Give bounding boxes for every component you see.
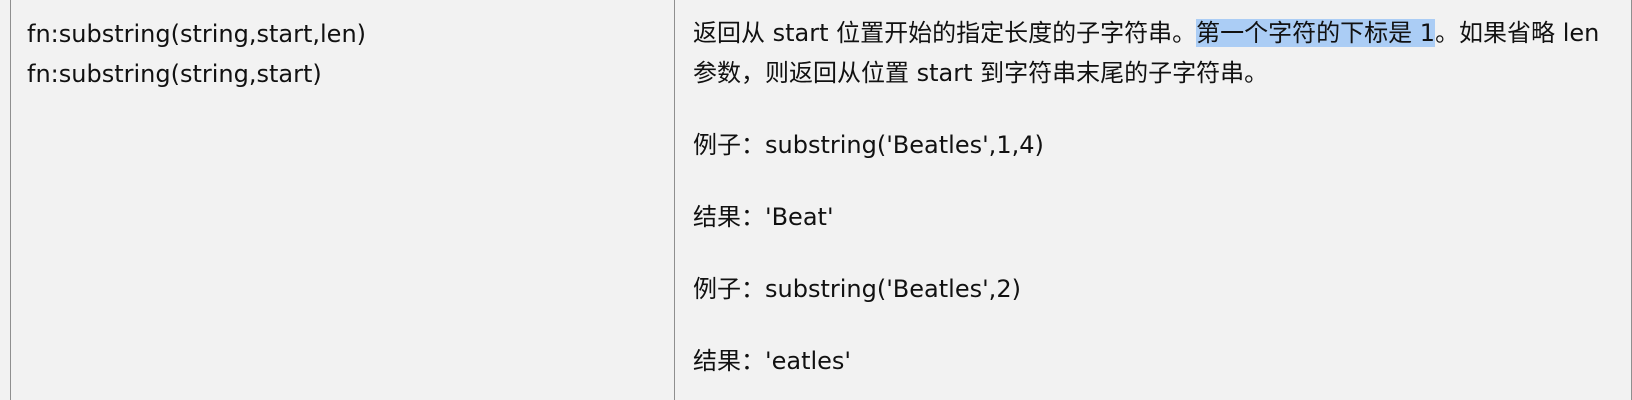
function-reference-table: fn:substring(string,start,len) fn:substr… — [10, 0, 1632, 400]
signature-cell: fn:substring(string,start,len) fn:substr… — [10, 0, 675, 400]
example-2: 例子：substring('Beatles',2) — [693, 275, 1021, 303]
description-cell: 返回从 start 位置开始的指定长度的子字符串。第一个字符的下标是 1。如果省… — [674, 0, 1632, 400]
result-2: 结果：'eatles' — [693, 347, 852, 375]
description-paragraph: 返回从 start 位置开始的指定长度的子字符串。第一个字符的下标是 1。如果省… — [693, 13, 1613, 93]
selected-text-highlight: 第一个字符的下标是 1 — [1196, 19, 1436, 47]
description-text-before: 返回从 start 位置开始的指定长度的子字符串。 — [693, 19, 1197, 47]
table-row: fn:substring(string,start,len) fn:substr… — [10, 0, 1632, 400]
example-1: 例子：substring('Beatles',1,4) — [693, 131, 1044, 159]
signature-line-without-len: fn:substring(string,start) — [27, 60, 322, 88]
result-1: 结果：'Beat' — [693, 203, 834, 231]
signature-line-with-len: fn:substring(string,start,len) — [27, 20, 367, 48]
